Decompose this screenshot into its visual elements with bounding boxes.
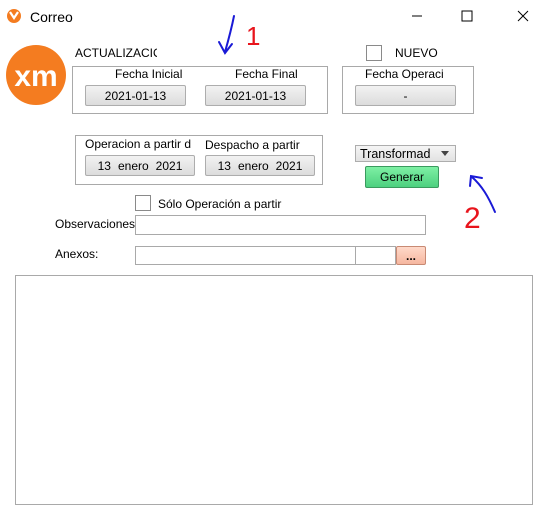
maximize-button[interactable] — [444, 0, 490, 32]
annotation-number-1: 1 — [246, 21, 260, 51]
message-body-textarea[interactable] — [15, 275, 533, 505]
nuevo-checkbox[interactable] — [366, 45, 382, 61]
maximize-icon — [461, 10, 473, 22]
close-icon — [517, 10, 529, 22]
app-icon — [7, 9, 21, 23]
fecha-final-picker[interactable]: 2021-01-13 — [205, 85, 306, 106]
actualizacion-label: ACTUALIZACIO — [75, 46, 157, 60]
transform-dropdown[interactable]: Transformad — [355, 145, 456, 162]
nuevo-label: NUEVO — [395, 46, 438, 60]
minimize-icon — [412, 15, 422, 17]
anexos-path-input[interactable] — [135, 246, 356, 265]
fecha-operacion-label: Fecha Operaci — [365, 67, 444, 81]
anexos-label: Anexos: — [55, 247, 99, 261]
operacion-date-picker[interactable]: 13 enero 2021 — [85, 155, 195, 176]
despacho-date-picker[interactable]: 13 enero 2021 — [205, 155, 315, 176]
despacho-day: 13 — [217, 158, 231, 173]
anexos-extra-input[interactable] — [355, 246, 396, 265]
xm-logo: xm — [6, 45, 66, 105]
despacho-label: Despacho a partir — [205, 138, 300, 152]
operacion-label: Operacion a partir d — [85, 137, 192, 151]
fecha-inicial-label: Fecha Inicial — [115, 67, 183, 81]
fecha-inicial-picker[interactable]: 2021-01-13 — [85, 85, 186, 106]
fecha-operacion-picker[interactable]: - — [355, 85, 456, 106]
svg-text:xm: xm — [14, 60, 57, 93]
operacion-day: 13 — [97, 158, 111, 173]
annotation-arrow-2 — [469, 174, 496, 213]
annotation-number-2: 2 — [464, 202, 481, 235]
annotation-arrow-1 — [218, 15, 235, 55]
generar-button[interactable]: Generar — [365, 166, 439, 188]
browse-button[interactable]: ... — [396, 246, 426, 265]
solo-operacion-label: Sólo Operación a partir — [158, 197, 282, 211]
close-button[interactable] — [500, 0, 546, 32]
observaciones-label: Observaciones — [55, 217, 136, 231]
solo-operacion-checkbox[interactable] — [135, 195, 151, 211]
operacion-year: 2021 — [155, 158, 183, 173]
window-title: Correo — [30, 9, 73, 25]
observaciones-input[interactable] — [135, 215, 426, 235]
operacion-month: enero — [117, 158, 149, 173]
despacho-month: enero — [237, 158, 269, 173]
minimize-button[interactable] — [394, 0, 440, 32]
fecha-final-label: Fecha Final — [235, 67, 298, 81]
transform-selected: Transformad — [360, 146, 431, 161]
chevron-down-icon — [441, 151, 449, 156]
despacho-year: 2021 — [275, 158, 303, 173]
